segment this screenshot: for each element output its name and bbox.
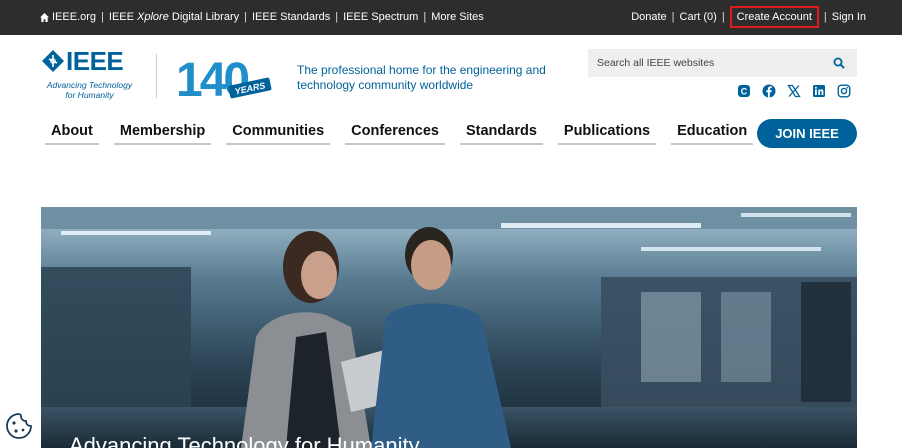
hero-image: [41, 207, 857, 448]
separator: |: [721, 11, 725, 23]
create-account-link[interactable]: Create Account: [729, 6, 819, 28]
nav-conferences[interactable]: Conferences: [345, 123, 445, 145]
facebook-icon[interactable]: [762, 84, 776, 98]
nav-publications[interactable]: Publications: [557, 123, 657, 145]
hero-title: Advancing Technology for Humanity: [69, 433, 420, 448]
separator: |: [244, 11, 247, 23]
social-links: C: [737, 84, 851, 98]
separator: |: [671, 11, 675, 23]
top-left-links: IEEE.org | IEEE Xplore Digital Library |…: [40, 11, 484, 23]
logo-tagline-line1: Advancing Technology: [46, 80, 133, 90]
ieee-diamond-icon: [42, 50, 64, 72]
nav-membership[interactable]: Membership: [113, 123, 212, 145]
more-sites-link[interactable]: More Sites: [431, 11, 484, 23]
separator: |: [423, 11, 427, 23]
separator: |: [335, 11, 339, 23]
nav-about[interactable]: About: [45, 123, 99, 145]
main-nav: About Membership Communities Conferences…: [45, 123, 768, 145]
home-icon: [40, 12, 49, 22]
ieee-logo[interactable]: IEEE Advancing Technology for Humanity: [42, 46, 137, 102]
search-input[interactable]: [588, 49, 818, 77]
ieee-spectrum-link[interactable]: IEEE Spectrum: [343, 11, 418, 23]
separator: |: [101, 11, 104, 23]
nav-education[interactable]: Education: [671, 123, 754, 145]
ieee-collabratec-icon[interactable]: C: [737, 84, 751, 98]
xplore-suffix: Digital Library: [168, 11, 240, 23]
instagram-icon[interactable]: [837, 84, 851, 98]
search-icon[interactable]: [833, 57, 845, 69]
cart-link[interactable]: Cart (0): [680, 11, 717, 23]
svg-text:C: C: [741, 87, 748, 97]
xplore-prefix: IEEE: [108, 11, 138, 23]
donate-link[interactable]: Donate: [631, 11, 666, 23]
nav-standards[interactable]: Standards: [459, 123, 543, 145]
search-bar: [588, 49, 857, 77]
logo-tagline-line2: for Humanity: [65, 90, 114, 100]
anniversary-logo: 140 YEARS: [176, 54, 272, 104]
xplore-italic: Xplore: [137, 11, 169, 23]
separator: |: [823, 11, 827, 23]
top-right-links: Donate | Cart (0) | Create Account | Sig…: [631, 6, 866, 28]
ieee-org-link[interactable]: IEEE.org: [52, 11, 96, 23]
linkedin-icon[interactable]: [812, 84, 826, 98]
nav-communities[interactable]: Communities: [226, 123, 331, 145]
header-divider: [156, 54, 157, 98]
sign-in-link[interactable]: Sign In: [832, 11, 866, 23]
top-utility-bar: IEEE.org | IEEE Xplore Digital Library |…: [0, 0, 902, 35]
cookie-settings-icon[interactable]: [3, 410, 35, 442]
ieee-standards-link[interactable]: IEEE Standards: [252, 11, 330, 23]
logo-wordmark: IEEE: [42, 46, 124, 76]
hero-banner: Advancing Technology for Humanity: [41, 207, 857, 448]
logo-text: IEEE: [66, 46, 124, 76]
mission-statement: The professional home for the engineerin…: [297, 63, 546, 92]
logo-tagline: Advancing Technology for Humanity: [42, 80, 137, 100]
join-ieee-button[interactable]: JOIN IEEE: [757, 119, 857, 148]
xplore-link[interactable]: IEEE Xplore Digital Library: [109, 11, 239, 23]
x-icon[interactable]: [787, 84, 801, 98]
